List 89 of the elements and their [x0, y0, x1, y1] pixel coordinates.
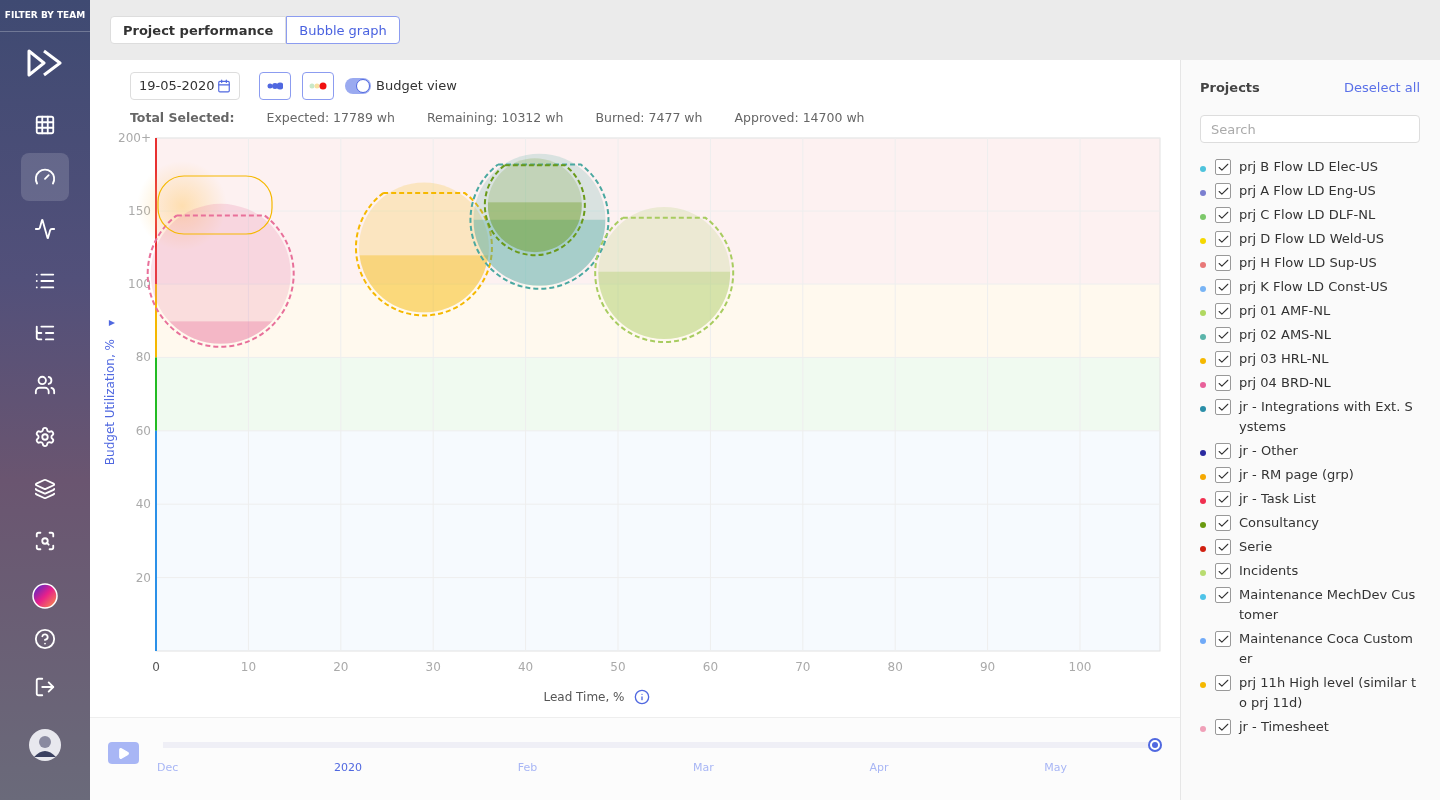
project-name: Serie [1239, 538, 1274, 556]
projects-title: Projects [1200, 80, 1260, 95]
checkbox[interactable] [1215, 399, 1231, 415]
avatar[interactable] [29, 729, 61, 761]
sidebar-title[interactable]: FILTER BY TEAM [0, 0, 90, 32]
y-tick-label: 100 [128, 277, 151, 291]
y-tick-label: 80 [135, 350, 151, 365]
checkbox[interactable] [1215, 207, 1231, 223]
colors-view-button[interactable] [302, 71, 334, 100]
x-tick-label: 90 [979, 660, 996, 674]
checkbox[interactable] [1215, 467, 1231, 483]
checkbox[interactable] [1215, 303, 1231, 319]
x-tick-label: 10 [240, 660, 257, 674]
x-tick-label: 70 [795, 660, 811, 674]
total-value: Remaining: 10312 wh [426, 110, 564, 127]
checkbox[interactable] [1215, 183, 1231, 199]
project-name: Consultancy [1239, 514, 1321, 532]
month-label[interactable]: 2020 [334, 761, 363, 774]
x-tick-label: 100 [1068, 660, 1092, 674]
project-name: prj 11h High level (similar to prj 11d) [1239, 674, 1418, 712]
y-tick-label: 20 [135, 570, 151, 585]
dots-icon [267, 81, 283, 90]
orb-icon[interactable] [32, 583, 58, 609]
gauge-icon[interactable] [21, 153, 69, 201]
bubble[interactable] [487, 158, 582, 253]
logo-icon[interactable] [27, 49, 63, 77]
checkbox[interactable] [1215, 719, 1231, 735]
checkbox[interactable] [1215, 631, 1231, 647]
project-name: jr - Task List [1239, 490, 1317, 508]
x-tick-label: 30 [425, 660, 441, 674]
project-name: prj C Flow LD DLF-NL [1239, 206, 1377, 224]
deselect-all-link[interactable]: Deselect all [1344, 80, 1420, 95]
x-tick-label: 40 [517, 660, 534, 674]
checkbox[interactable] [1215, 351, 1231, 367]
search-field[interactable]: Search [1200, 115, 1420, 143]
checkbox[interactable] [1215, 587, 1231, 603]
x-tick-label: 0 [152, 660, 160, 674]
project-name: jr - Timesheet [1239, 718, 1330, 736]
project-name: prj B Flow LD Elec-US [1239, 158, 1379, 176]
total-value: Burned: 7477 wh [595, 110, 703, 127]
checkbox[interactable] [1215, 279, 1231, 295]
checkbox[interactable] [1215, 231, 1231, 247]
toggle-label: Budget view [376, 78, 457, 93]
project-name: jr - Other [1239, 442, 1299, 460]
project-name: prj K Flow LD Const-US [1239, 278, 1389, 296]
checkbox[interactable] [1215, 327, 1231, 343]
calendar-icon[interactable] [217, 78, 231, 93]
y-tick-label: 200+ [118, 131, 151, 145]
checkbox[interactable] [1215, 491, 1231, 507]
budget-view-toggle[interactable] [345, 77, 371, 94]
checkbox[interactable] [1215, 539, 1231, 555]
tab[interactable]: Project performance [110, 16, 287, 44]
project-name: Incidents [1239, 562, 1300, 580]
project-name: jr - RM page (grp) [1239, 466, 1355, 484]
y-tick-label: 150 [128, 204, 151, 218]
x-axis-title: Lead Time, % [543, 690, 625, 704]
x-tick-label: 20 [333, 660, 349, 674]
dots-icon [309, 81, 327, 90]
project-name: prj D Flow LD Weld-US [1239, 230, 1386, 248]
play-icon [117, 746, 130, 760]
project-name: prj A Flow LD Eng-US [1239, 182, 1377, 200]
checkbox[interactable] [1215, 515, 1231, 531]
project-name: prj 04 BRD-NL [1239, 374, 1332, 392]
info-icon[interactable] [634, 689, 650, 705]
checkbox[interactable] [1215, 443, 1231, 459]
bubbles-view-button[interactable] [259, 71, 291, 100]
project-name: prj H Flow LD Sup-US [1239, 254, 1378, 272]
total-value: Approved: 14700 wh [734, 110, 865, 127]
checkbox[interactable] [1215, 159, 1231, 175]
x-tick-label: 80 [887, 660, 903, 674]
project-name: prj 01 AMF-NL [1239, 302, 1332, 320]
total-value: Expected: 17789 wh [266, 110, 395, 127]
project-name: Maintenance MechDev Customer [1239, 586, 1417, 624]
checkbox[interactable] [1215, 675, 1231, 691]
timeline-thumb[interactable] [1148, 738, 1162, 752]
x-tick-label: 50 [610, 660, 626, 674]
project-name: prj 02 AMS-NL [1239, 326, 1333, 344]
checkbox[interactable] [1215, 563, 1231, 579]
y-tick-label: 40 [135, 497, 151, 512]
tab[interactable]: Bubble graph [286, 16, 400, 44]
checkbox[interactable] [1215, 375, 1231, 391]
caret-icon[interactable]: ▼ [107, 319, 116, 327]
y-axis-title[interactable]: Budget Utilization, % [103, 339, 117, 466]
totals-label: Total Selected: [130, 110, 235, 127]
date-field[interactable]: 19-05-2020 [130, 71, 240, 100]
y-tick-label: 60 [135, 423, 151, 438]
x-tick-label: 60 [702, 660, 719, 674]
checkbox[interactable] [1215, 255, 1231, 271]
project-name: prj 03 HRL-NL [1239, 350, 1330, 368]
